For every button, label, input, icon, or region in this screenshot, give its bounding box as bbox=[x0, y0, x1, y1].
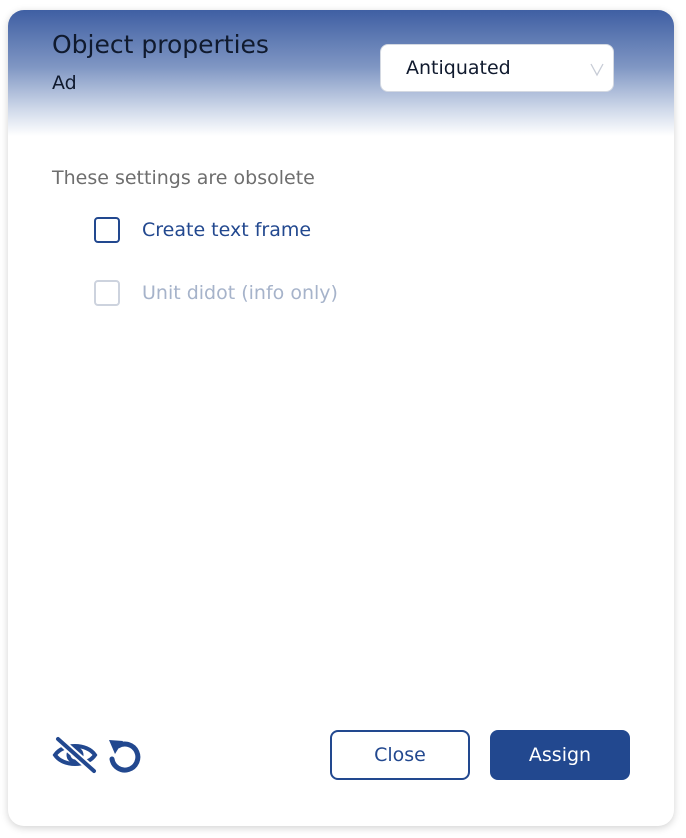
dialog-subtitle: Ad bbox=[52, 72, 77, 94]
dialog-header: Object properties Ad Antiquated bbox=[8, 10, 674, 136]
unit-didot-option: Unit didot (info only) bbox=[94, 278, 338, 308]
unit-didot-checkbox bbox=[94, 280, 120, 306]
unit-didot-label: Unit didot (info only) bbox=[142, 282, 338, 304]
chevron-down-icon bbox=[590, 63, 604, 77]
create-text-frame-label: Create text frame bbox=[142, 219, 312, 241]
eye-off-icon[interactable] bbox=[52, 735, 98, 775]
reset-icon[interactable] bbox=[106, 737, 142, 775]
status-select-value: Antiquated bbox=[406, 57, 511, 79]
status-select[interactable]: Antiquated bbox=[380, 44, 614, 92]
close-button[interactable]: Close bbox=[330, 730, 470, 780]
object-properties-dialog: Object properties Ad Antiquated These se… bbox=[8, 10, 674, 826]
assign-button[interactable]: Assign bbox=[490, 730, 630, 780]
dialog-title: Object properties bbox=[52, 30, 269, 59]
obsolete-settings-label: These settings are obsolete bbox=[52, 167, 315, 189]
create-text-frame-checkbox[interactable] bbox=[94, 217, 120, 243]
create-text-frame-option[interactable]: Create text frame bbox=[94, 215, 311, 245]
